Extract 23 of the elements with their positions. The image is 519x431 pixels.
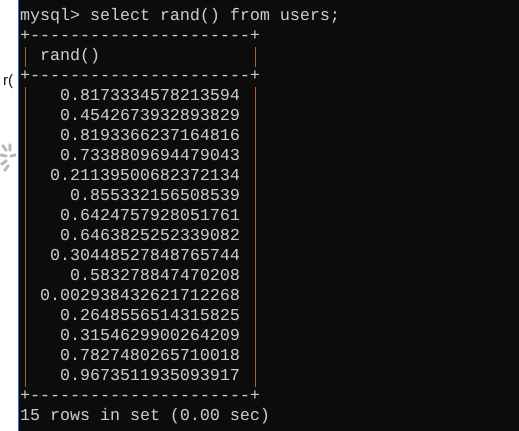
table-cell: 0.583278847470208 bbox=[70, 267, 240, 287]
table-cell: 0.3154629900264209 bbox=[60, 327, 240, 347]
table-cell: 0.8173334578213594 bbox=[60, 87, 240, 107]
table-cell: 0.7827480265710018 bbox=[60, 347, 240, 367]
table-cell: 0.002938432621712268 bbox=[40, 287, 240, 307]
table-cell: 0.7338809694479043 bbox=[60, 147, 240, 167]
spinner-icon bbox=[0, 142, 16, 174]
table-border: +----------------------+ bbox=[20, 387, 260, 407]
table-cell: 0.855332156508539 bbox=[70, 187, 240, 207]
command-line: mysql> select rand() from users; bbox=[20, 7, 340, 27]
table-cell: 0.8193366237164816 bbox=[60, 127, 240, 147]
background-text: r( bbox=[3, 72, 13, 90]
table-cell: 0.6463825252339082 bbox=[60, 227, 240, 247]
result-summary: 15 rows in set (0.00 sec) bbox=[20, 407, 270, 427]
table-border: +----------------------+ bbox=[20, 67, 260, 87]
column-header: rand() bbox=[40, 47, 100, 67]
table-cell: 0.2648556514315825 bbox=[60, 307, 240, 327]
table-cell: 0.4542673932893829 bbox=[60, 107, 240, 127]
table-cell: 0.9673511935093917 bbox=[60, 367, 240, 387]
table-border: +----------------------+ bbox=[20, 27, 260, 47]
table-cell: 0.30448527848765744 bbox=[50, 247, 240, 267]
table-cell: 0.6424757928051761 bbox=[60, 207, 240, 227]
table-cell: 0.21139500682372134 bbox=[50, 167, 240, 187]
